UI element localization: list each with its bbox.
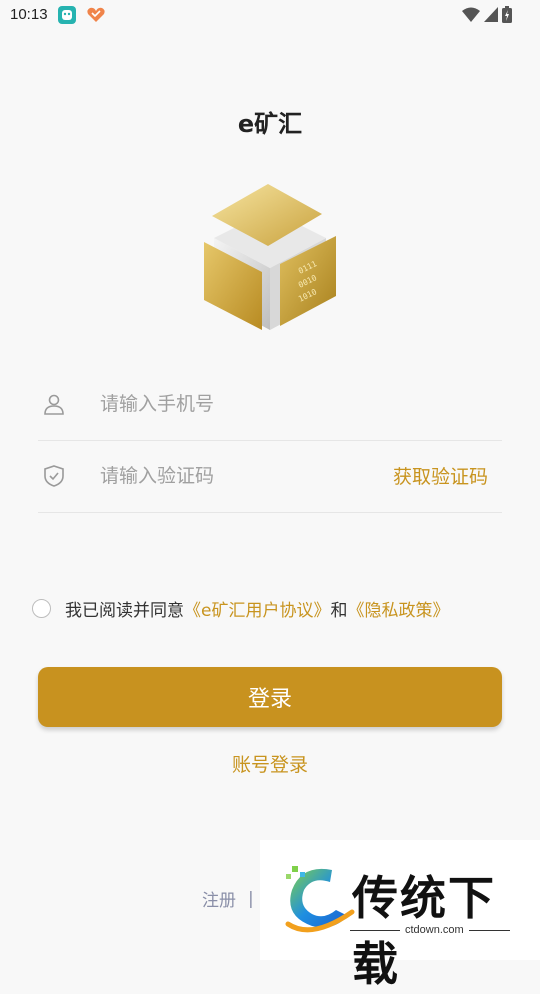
agreement-checkbox[interactable] [32,598,51,618]
status-indicators [462,6,512,23]
verification-code-input[interactable] [100,462,360,490]
notification-app-icon [58,6,76,24]
phone-input[interactable] [100,390,360,418]
signal-icon [484,6,498,22]
agreement-conjunction: 和 [330,600,348,621]
login-button[interactable]: 登录 [38,667,502,727]
user-agreement-link[interactable]: 《e矿汇用户协议》 [184,596,330,621]
footer-links: 注册 | [202,886,254,912]
watermark-url: ctdown.com [400,924,469,936]
register-link[interactable]: 注册 [202,886,236,911]
verification-field-row: 获取验证码 [38,440,502,513]
status-bar: 10:13 [0,0,540,32]
footer-divider: | [248,888,254,909]
phone-field-row [38,368,502,441]
account-login-link[interactable]: 账号登录 [0,750,540,777]
get-code-button[interactable]: 获取验证码 [393,462,488,489]
page-title: e矿汇 [237,110,303,138]
status-time: 10:13 [10,6,48,23]
battery-icon [502,6,512,23]
watermark: 传统下载 ctdown.com [260,840,540,991]
shield-check-icon [44,465,64,487]
wifi-icon [462,7,480,22]
privacy-policy-link[interactable]: 《隐私政策》 [347,596,449,621]
app-logo: 0111 0010 1010 [204,184,336,330]
heart-app-icon [87,7,105,22]
watermark-logo [285,866,355,933]
user-icon [44,394,64,415]
agreement-row: 我已阅读并同意 《e矿汇用户协议》 和 《隐私政策》 [32,596,449,621]
agreement-prefix: 我已阅读并同意 [65,600,184,621]
